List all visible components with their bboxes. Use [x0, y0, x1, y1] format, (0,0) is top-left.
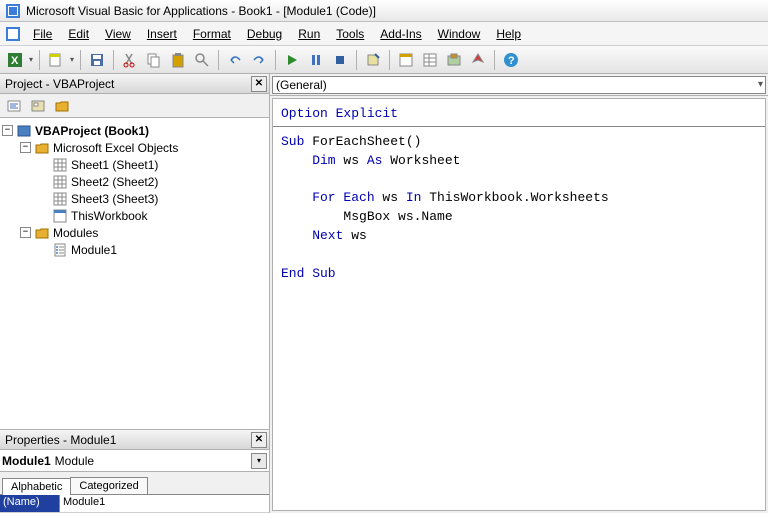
system-menu-icon[interactable] — [5, 26, 21, 42]
break-icon[interactable] — [306, 50, 326, 70]
project-panel-header: Project - VBAProject ✕ — [0, 74, 269, 94]
title-bar: Microsoft Visual Basic for Applications … — [0, 0, 768, 22]
folder-icon — [34, 225, 50, 241]
property-key: (Name) — [0, 495, 60, 512]
menu-window[interactable]: Window — [430, 24, 489, 44]
toggle-folders-icon[interactable] — [52, 96, 72, 116]
collapse-icon[interactable]: − — [2, 125, 13, 136]
menu-format[interactable]: Format — [185, 24, 239, 44]
undo-icon[interactable] — [225, 50, 245, 70]
properties-panel-title: Properties - Module1 — [5, 433, 116, 447]
object-selector[interactable]: Module1 Module ▾ — [0, 450, 269, 472]
properties-icon[interactable] — [420, 50, 440, 70]
menu-help[interactable]: Help — [488, 24, 529, 44]
toolbox-icon[interactable] — [468, 50, 488, 70]
object-browser-icon[interactable] — [444, 50, 464, 70]
properties-panel-header: Properties - Module1 ✕ — [0, 430, 269, 450]
property-value[interactable]: Module1 — [60, 495, 269, 512]
svg-text:X: X — [11, 55, 19, 67]
copy-icon[interactable] — [144, 50, 164, 70]
properties-close-button[interactable]: ✕ — [251, 432, 267, 448]
project-mini-toolbar — [0, 94, 269, 118]
menu-bar: File Edit View Insert Format Debug Run T… — [0, 22, 768, 46]
collapse-icon[interactable]: − — [20, 227, 31, 238]
project-icon — [16, 123, 32, 139]
insert-module-icon[interactable] — [46, 50, 66, 70]
project-panel-title: Project - VBAProject — [5, 77, 114, 91]
find-icon[interactable] — [192, 50, 212, 70]
tree-thisworkbook[interactable]: ThisWorkbook — [2, 207, 267, 224]
tab-categorized[interactable]: Categorized — [70, 477, 147, 494]
tab-alphabetic[interactable]: Alphabetic — [2, 478, 71, 495]
properties-panel: Properties - Module1 ✕ Module1 Module ▾ … — [0, 430, 269, 513]
menu-edit[interactable]: Edit — [60, 24, 97, 44]
tree-folder-modules[interactable]: − Modules — [2, 224, 267, 241]
project-close-button[interactable]: ✕ — [251, 76, 267, 92]
workbook-icon — [52, 208, 68, 224]
folder-icon — [34, 140, 50, 156]
worksheet-icon — [52, 157, 68, 173]
tree-sheet3[interactable]: Sheet3 (Sheet3) — [2, 190, 267, 207]
collapse-icon[interactable]: − — [20, 142, 31, 153]
tree-project-root[interactable]: − VBAProject (Book1) — [2, 122, 267, 139]
code-editor[interactable]: Option Explicit Sub ForEachSheet() Dim w… — [272, 98, 766, 511]
menu-file[interactable]: File — [25, 24, 60, 44]
tree-module1[interactable]: Module1 — [2, 241, 267, 258]
menu-insert[interactable]: Insert — [139, 24, 185, 44]
object-dropdown[interactable]: (General) — [272, 76, 766, 94]
svg-text:?: ? — [508, 55, 515, 67]
menu-tools[interactable]: Tools — [328, 24, 372, 44]
main-toolbar: X ▾ ▾ ? — [0, 46, 768, 74]
reset-icon[interactable] — [330, 50, 350, 70]
run-icon[interactable] — [282, 50, 302, 70]
dropdown-arrow-icon[interactable]: ▾ — [70, 55, 74, 64]
worksheet-icon — [52, 174, 68, 190]
tree-folder-excel-objects[interactable]: − Microsoft Excel Objects — [2, 139, 267, 156]
module-icon — [52, 242, 68, 258]
worksheet-icon — [52, 191, 68, 207]
view-code-icon[interactable] — [4, 96, 24, 116]
property-row-name[interactable]: (Name) Module1 — [0, 495, 269, 513]
help-icon[interactable]: ? — [501, 50, 521, 70]
project-tree: − VBAProject (Book1) − Microsoft Excel O… — [0, 118, 269, 430]
window-title: Microsoft Visual Basic for Applications … — [26, 4, 376, 18]
design-mode-icon[interactable] — [363, 50, 383, 70]
menu-addins[interactable]: Add-Ins — [372, 24, 429, 44]
dropdown-arrow-icon[interactable]: ▾ — [29, 55, 33, 64]
menu-debug[interactable]: Debug — [239, 24, 290, 44]
cut-icon[interactable] — [120, 50, 140, 70]
excel-icon[interactable]: X — [5, 50, 25, 70]
menu-view[interactable]: View — [97, 24, 139, 44]
save-icon[interactable] — [87, 50, 107, 70]
redo-icon[interactable] — [249, 50, 269, 70]
app-icon — [5, 3, 21, 19]
view-object-icon[interactable] — [28, 96, 48, 116]
menu-run[interactable]: Run — [290, 24, 328, 44]
paste-icon[interactable] — [168, 50, 188, 70]
project-explorer-icon[interactable] — [396, 50, 416, 70]
tree-sheet2[interactable]: Sheet2 (Sheet2) — [2, 173, 267, 190]
tree-sheet1[interactable]: Sheet1 (Sheet1) — [2, 156, 267, 173]
dropdown-arrow-icon[interactable]: ▾ — [251, 453, 267, 469]
